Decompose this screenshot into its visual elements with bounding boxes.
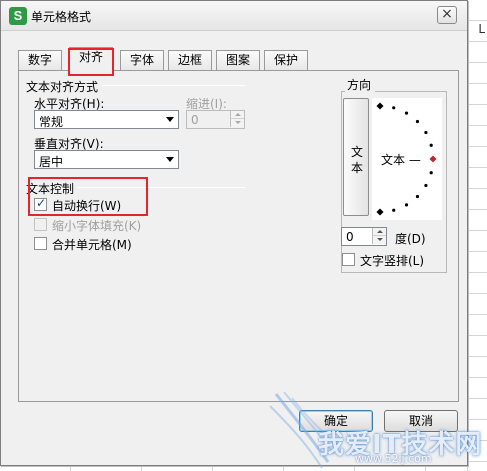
spreadsheet-grid-background (467, 0, 487, 471)
column-header-label: L (478, 22, 485, 36)
dial-tick-dot (415, 119, 420, 124)
vertical-stack-label: 文字竖排(L) (360, 254, 425, 268)
dial-tick-dot (404, 111, 409, 115)
title-bar[interactable]: S 单元格格式 × (1, 1, 467, 31)
merge-cells-label: 合并单元格(M) (52, 238, 132, 252)
chevron-down-icon (166, 117, 174, 122)
tab-protection[interactable]: 保护 (264, 50, 308, 70)
spin-down-icon[interactable] (372, 236, 386, 244)
close-button[interactable]: × (437, 6, 457, 24)
spin-up-icon[interactable] (230, 111, 244, 119)
vertical-align-value: 居中 (39, 155, 64, 169)
watermark-url: www.52ij.com (355, 452, 432, 465)
spreadsheet-row-strip (0, 466, 487, 471)
dial-tick-dot (392, 106, 396, 110)
tab-pattern[interactable]: 图案 (216, 50, 260, 70)
wrap-text-highlight-box (28, 177, 148, 216)
shrink-to-fit-option[interactable]: 缩小字体填充(K) (34, 217, 154, 233)
vertical-text-char: 文 (350, 145, 363, 159)
spin-up-icon[interactable] (372, 228, 386, 236)
dial-tick-dot (424, 183, 428, 188)
spin-down-icon[interactable] (230, 119, 244, 127)
tab-number[interactable]: 数字 (18, 50, 62, 70)
wps-app-icon: S (9, 7, 27, 25)
format-cells-dialog: S 单元格格式 × 数字 对齐 字体 边框 图案 保护 文本对齐方式 水平对齐(… (0, 0, 468, 466)
dial-end-marker (376, 208, 384, 216)
tab-border[interactable]: 边框 (168, 50, 212, 70)
horizontal-align-select[interactable]: 常规 (34, 110, 179, 129)
merge-cells-checkbox[interactable] (34, 237, 47, 250)
horizontal-align-value: 常规 (39, 115, 64, 129)
vertical-stack-option[interactable]: 文字竖排(L) (342, 252, 442, 268)
dial-tick-dot (392, 208, 396, 212)
dial-tick-dot (429, 171, 433, 175)
tab-font[interactable]: 字体 (120, 50, 164, 70)
dialog-title: 单元格格式 (31, 10, 92, 24)
indent-spinner[interactable]: 0 (186, 110, 245, 129)
degrees-label: 度(D) (395, 232, 426, 246)
degrees-value: 0 (346, 230, 354, 244)
text-alignment-group-title: 文本对齐方式 (26, 78, 103, 95)
vertical-text-char: 本 (350, 161, 363, 175)
dial-end-marker (376, 102, 384, 110)
dial-tick-dot (429, 143, 433, 147)
alignment-tab-highlight-box (68, 48, 114, 76)
orientation-group-title: 方向 (345, 76, 376, 93)
indent-value: 0 (191, 113, 199, 127)
vertical-stack-checkbox[interactable] (342, 253, 355, 266)
dial-tick-dot (424, 130, 428, 135)
dial-current-angle-marker (429, 155, 437, 163)
vertical-align-select[interactable]: 居中 (34, 150, 179, 169)
dial-tick-dot (415, 194, 420, 199)
shrink-to-fit-label: 缩小字体填充(K) (52, 219, 142, 233)
chevron-down-icon (166, 157, 174, 162)
degrees-spinner[interactable]: 0 (341, 227, 387, 246)
shrink-to-fit-checkbox[interactable] (34, 218, 47, 231)
dial-tick-dot (404, 203, 409, 207)
orientation-dial[interactable]: 文本 — (372, 98, 442, 220)
vertical-text-button[interactable]: 文 本 (343, 98, 369, 216)
merge-cells-option[interactable]: 合并单元格(M) (34, 236, 144, 252)
orientation-dial-text: 文本 — (381, 153, 421, 167)
